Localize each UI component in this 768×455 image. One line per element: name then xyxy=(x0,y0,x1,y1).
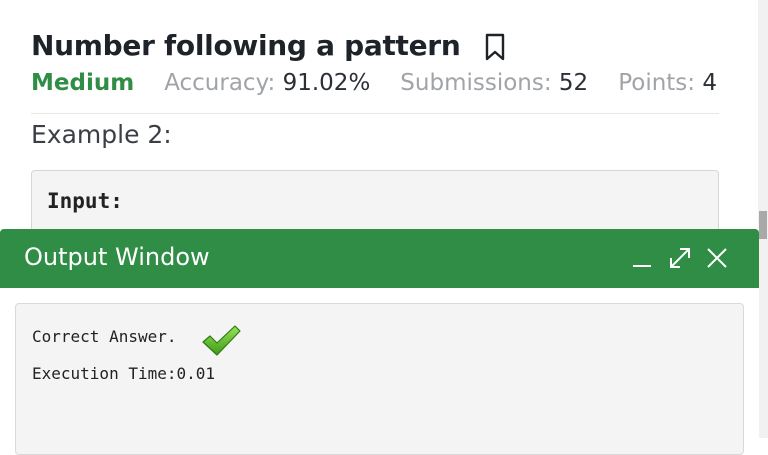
output-window-title: Output Window xyxy=(24,243,210,271)
accuracy-stat: Accuracy: 91.02% xyxy=(164,70,370,96)
bookmark-icon[interactable] xyxy=(484,33,506,61)
submissions-stat: Submissions: 52 xyxy=(400,70,588,96)
points-label: Points: xyxy=(618,70,696,96)
output-window-header: Output Window xyxy=(0,229,759,288)
result-status: Correct Answer. xyxy=(32,327,177,346)
page-scrollbar[interactable] xyxy=(758,0,768,438)
points-value: 4 xyxy=(702,70,717,96)
submissions-value: 52 xyxy=(558,70,589,96)
accuracy-label: Accuracy: xyxy=(164,70,276,96)
problem-title: Number following a pattern xyxy=(31,28,461,62)
difficulty-badge: Medium xyxy=(31,70,135,96)
example-heading: Example 2: xyxy=(31,120,172,149)
accuracy-value: 91.02% xyxy=(282,70,371,96)
checkmark-icon xyxy=(201,324,241,358)
maximize-icon[interactable] xyxy=(667,245,693,271)
header-divider xyxy=(31,113,719,114)
close-icon[interactable] xyxy=(704,245,730,271)
problem-meta: Medium Accuracy: 91.02% Submissions: 52 … xyxy=(31,66,747,100)
example-input-label: Input: xyxy=(47,189,123,213)
output-window: Output Window Correct Answer. Execution … xyxy=(0,229,759,455)
submissions-label: Submissions: xyxy=(400,70,552,96)
problem-header: Number following a pattern xyxy=(31,24,506,66)
scrollbar-thumb[interactable] xyxy=(759,211,767,239)
minimize-icon[interactable] xyxy=(629,245,655,271)
output-console: Correct Answer. Execution Time:0.01 xyxy=(15,303,744,455)
points-stat: Points: 4 xyxy=(618,70,717,96)
execution-time: Execution Time:0.01 xyxy=(32,364,216,383)
